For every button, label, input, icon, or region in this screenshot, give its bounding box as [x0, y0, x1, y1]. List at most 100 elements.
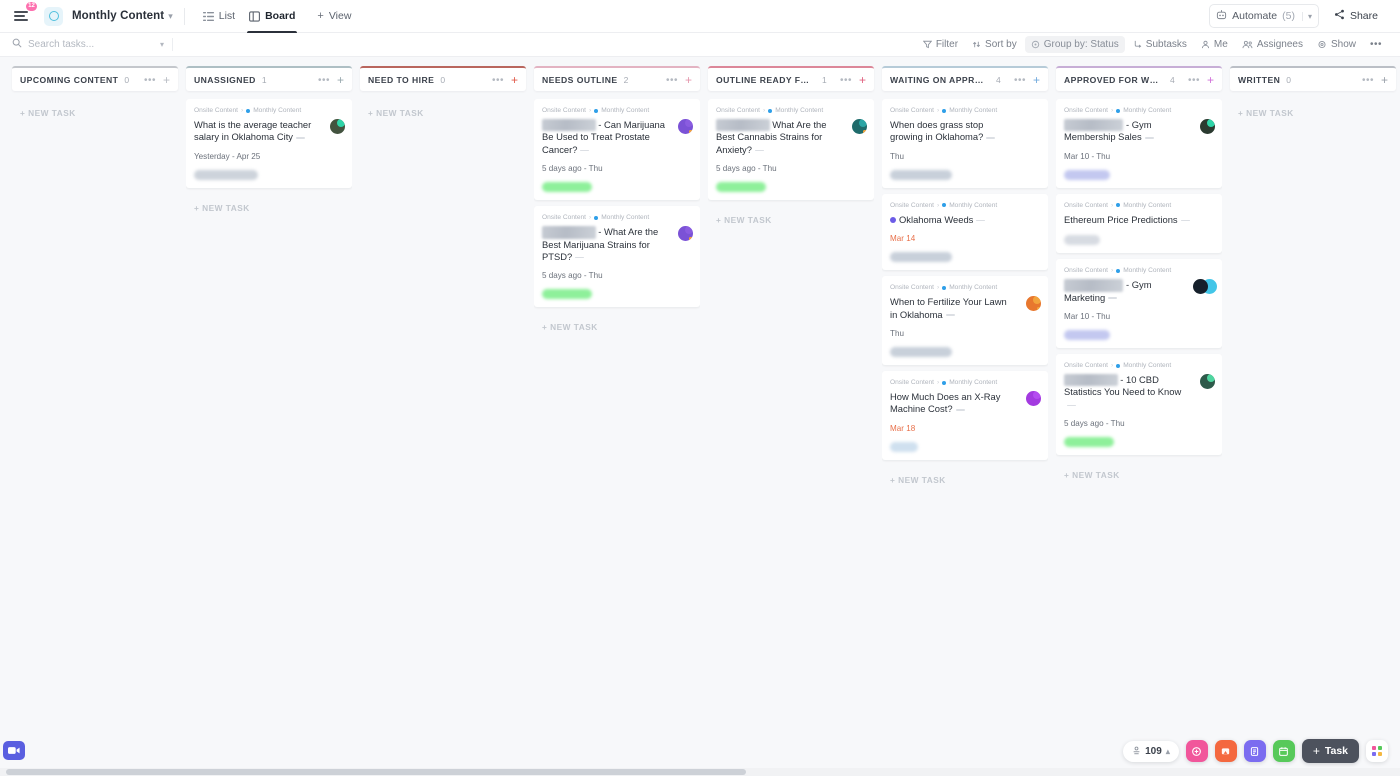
chevron-down-icon[interactable]: ▾: [1302, 12, 1312, 21]
add-task-button[interactable]: + Task: [1302, 739, 1359, 763]
show-button[interactable]: Show: [1311, 36, 1362, 53]
task-tag[interactable]: [890, 252, 952, 262]
column-add-task-button[interactable]: +: [1381, 75, 1388, 85]
task-tag[interactable]: [890, 170, 952, 180]
horizontal-scrollbar[interactable]: [0, 768, 1400, 776]
subtasks-button[interactable]: Subtasks: [1127, 36, 1193, 53]
column-header[interactable]: OUTLINE READY FOR...1•••+: [708, 66, 874, 91]
task-card[interactable]: Onsite Content›Monthly ContentGym Remixe…: [1056, 259, 1222, 348]
task-card[interactable]: Onsite Content›Monthly ContentPing Harve…: [534, 99, 700, 200]
column-more-button[interactable]: •••: [492, 77, 504, 84]
task-card[interactable]: Onsite Content›Monthly ContentWhen to Fe…: [882, 276, 1048, 365]
column-header[interactable]: APPROVED FOR WRI...4•••+: [1056, 66, 1222, 91]
column-add-task-button[interactable]: +: [685, 75, 692, 85]
task-card[interactable]: Onsite Content›Monthly ContentPing Harve…: [534, 206, 700, 307]
scrollbar-thumb[interactable]: [6, 769, 746, 775]
avatar[interactable]: [678, 119, 693, 134]
add-new-task-button[interactable]: + NEW TASK: [882, 466, 1048, 489]
column-add-task-button[interactable]: +: [337, 75, 344, 85]
add-new-task-button[interactable]: + NEW TASK: [1056, 461, 1222, 484]
space-avatar[interactable]: [44, 7, 63, 26]
task-card[interactable]: Onsite Content›Monthly ContentEthereum P…: [1056, 194, 1222, 253]
screen-record-button[interactable]: [3, 741, 25, 760]
task-card[interactable]: Onsite Content›Monthly ContentHow Much D…: [882, 371, 1048, 460]
notification-count-pill[interactable]: 109 ▴: [1123, 741, 1179, 762]
column-add-task-button[interactable]: +: [1207, 75, 1214, 85]
task-tag[interactable]: [1064, 235, 1100, 245]
apps-grid-button[interactable]: [1366, 740, 1388, 762]
column-more-button[interactable]: •••: [144, 77, 156, 84]
task-tag[interactable]: [1064, 437, 1114, 447]
tab-list[interactable]: List: [196, 0, 242, 33]
chevron-down-icon[interactable]: ▾: [160, 40, 164, 49]
task-card[interactable]: Onsite Content›Monthly ContentWhat is th…: [186, 99, 352, 188]
breadcrumb-dot-icon: [1116, 109, 1120, 113]
chevron-down-icon[interactable]: ▾: [168, 11, 173, 22]
column-add-task-button[interactable]: +: [1033, 75, 1040, 85]
avatar[interactable]: [330, 119, 345, 134]
task-tag[interactable]: [1064, 330, 1110, 340]
avatar[interactable]: [1026, 391, 1041, 406]
task-date: 5 days ago - Thu: [542, 164, 692, 173]
calendar-icon-button[interactable]: [1273, 740, 1295, 762]
task-card[interactable]: Onsite Content›Monthly ContentGym Remixe…: [1056, 99, 1222, 188]
tab-board[interactable]: Board: [242, 0, 302, 33]
add-view-button[interactable]: + View: [310, 0, 358, 33]
task-card[interactable]: Onsite Content›Monthly ContentWhen does …: [882, 99, 1048, 188]
column-more-button[interactable]: •••: [840, 77, 852, 84]
add-new-task-button[interactable]: + NEW TASK: [1230, 99, 1396, 122]
column-more-button[interactable]: •••: [666, 77, 678, 84]
task-tag[interactable]: [890, 442, 918, 452]
page-title[interactable]: Monthly Content: [72, 10, 164, 22]
task-card[interactable]: Onsite Content›Monthly ContentKing Harve…: [1056, 354, 1222, 455]
add-new-task-button[interactable]: + NEW TASK: [534, 313, 700, 336]
record-icon-button[interactable]: [1186, 740, 1208, 762]
avatar[interactable]: [1200, 119, 1215, 134]
task-tag[interactable]: [890, 347, 952, 357]
sort-by-button[interactable]: Sort by: [966, 36, 1023, 53]
share-button[interactable]: Share: [1328, 5, 1384, 27]
add-new-task-button[interactable]: + NEW TASK: [12, 99, 178, 122]
automate-button[interactable]: Automate (5) ▾: [1209, 4, 1319, 28]
column-header[interactable]: WAITING ON APPRO...4•••+: [882, 66, 1048, 91]
avatar-group[interactable]: [1191, 279, 1217, 294]
me-filter-button[interactable]: Me: [1195, 36, 1234, 53]
task-tag[interactable]: [716, 182, 766, 192]
column-more-button[interactable]: •••: [318, 77, 330, 84]
task-tag[interactable]: [1064, 170, 1110, 180]
column-more-button[interactable]: •••: [1188, 77, 1200, 84]
doc-icon-button[interactable]: [1244, 740, 1266, 762]
task-card[interactable]: Onsite Content›Monthly ContentPing Harve…: [708, 99, 874, 200]
column-header[interactable]: UPCOMING CONTENT0•••+: [12, 66, 178, 91]
chevron-up-icon[interactable]: ▴: [1166, 747, 1170, 756]
assignees-button[interactable]: Assignees: [1236, 36, 1309, 53]
task-tag[interactable]: [542, 289, 592, 299]
group-by-button[interactable]: Group by: Status: [1025, 36, 1125, 53]
task-tag[interactable]: [194, 170, 258, 180]
column-title: UNASSIGNED: [194, 75, 256, 85]
breadcrumb: Onsite Content›Monthly Content: [542, 214, 692, 221]
column-header[interactable]: WRITTEN0•••+: [1230, 66, 1396, 91]
add-new-task-button[interactable]: + NEW TASK: [360, 99, 526, 122]
menu-toggle-button[interactable]: 12: [10, 5, 32, 27]
column-header[interactable]: NEED TO HIRE0•••+: [360, 66, 526, 91]
task-tag[interactable]: [542, 182, 592, 192]
avatar[interactable]: [678, 226, 693, 241]
column-header[interactable]: UNASSIGNED1•••+: [186, 66, 352, 91]
clip-icon-button[interactable]: [1215, 740, 1237, 762]
column-add-task-button[interactable]: +: [511, 75, 518, 85]
column-more-button[interactable]: •••: [1014, 77, 1026, 84]
task-card[interactable]: Onsite Content›Monthly ContentOklahoma W…: [882, 194, 1048, 270]
column-more-button[interactable]: •••: [1362, 77, 1374, 84]
more-options-button[interactable]: •••: [1364, 36, 1388, 53]
add-new-task-button[interactable]: + NEW TASK: [708, 206, 874, 229]
avatar[interactable]: [1026, 296, 1041, 311]
column-header[interactable]: NEEDS OUTLINE2•••+: [534, 66, 700, 91]
column-add-task-button[interactable]: +: [859, 75, 866, 85]
column-add-task-button[interactable]: +: [163, 75, 170, 85]
add-new-task-button[interactable]: + NEW TASK: [186, 194, 352, 217]
avatar[interactable]: [1200, 374, 1215, 389]
avatar[interactable]: [852, 119, 867, 134]
search-input[interactable]: Search tasks... ▾: [12, 38, 164, 51]
filter-button[interactable]: Filter: [917, 36, 964, 53]
